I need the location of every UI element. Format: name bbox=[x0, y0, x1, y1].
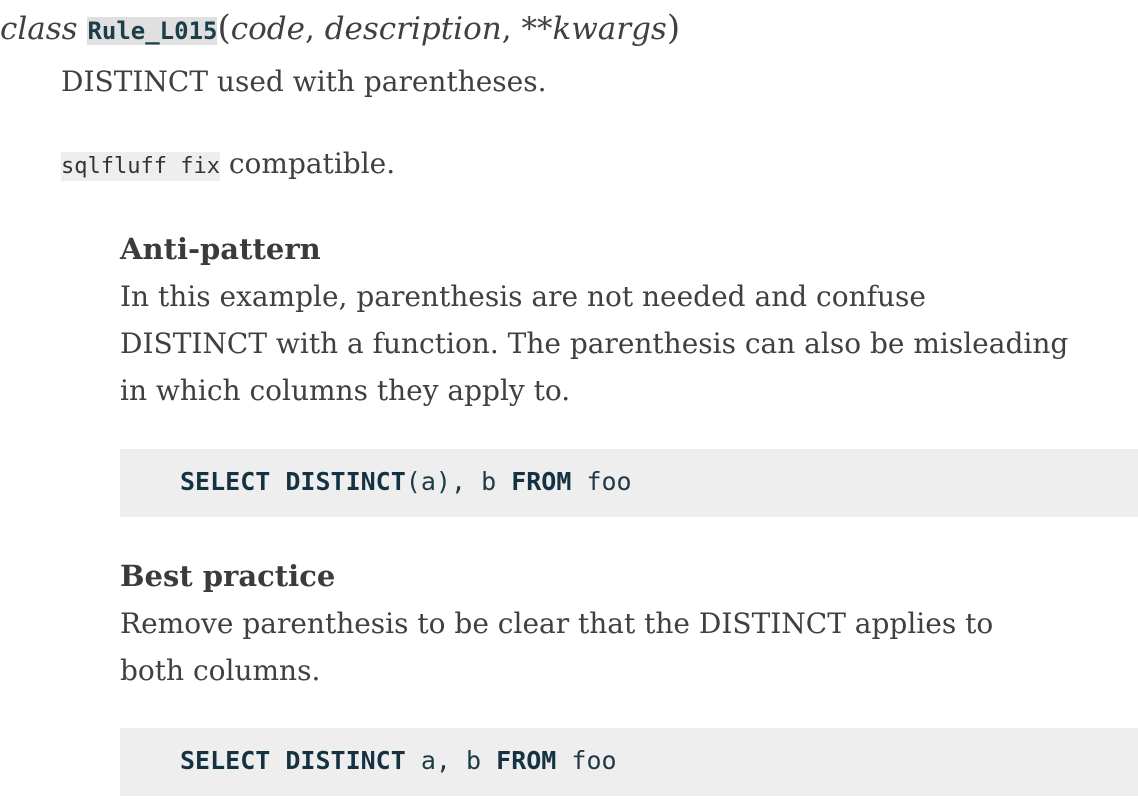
code-token: a, bbox=[405, 746, 467, 775]
fix-compat-text: compatible. bbox=[219, 147, 396, 180]
signature-close-paren: ) bbox=[666, 8, 681, 48]
param-description: description bbox=[324, 11, 502, 47]
fix-command-code: sqlfluff fix bbox=[61, 152, 220, 181]
code-token: (a), bbox=[405, 467, 482, 496]
class-name[interactable]: Rule_L015 bbox=[87, 17, 218, 45]
best-practice-section: Best practice Remove parenthesis to be c… bbox=[120, 552, 1120, 694]
rule-description: DISTINCT used with parentheses. bbox=[61, 65, 547, 98]
anti-pattern-line: In this example, parenthesis are not nee… bbox=[120, 280, 926, 313]
anti-pattern-section: Anti-pattern In this example, parenthesi… bbox=[120, 225, 1120, 414]
anti-pattern-heading: Anti-pattern bbox=[120, 232, 321, 266]
best-practice-code-block: SELECT DISTINCT a, b FROM foo bbox=[120, 728, 1138, 796]
anti-pattern-code: SELECT DISTINCT(a), b FROM foo bbox=[180, 464, 632, 500]
code-token: SELECT bbox=[180, 746, 271, 775]
class-signature: class Rule_L015(code, description, **kwa… bbox=[0, 6, 680, 53]
best-practice-code: SELECT DISTINCT a, b FROM foo bbox=[180, 743, 617, 779]
best-practice-text: Remove parenthesis to be clear that the … bbox=[120, 600, 1120, 694]
fix-compat-note: sqlfluff fix compatible. bbox=[61, 140, 395, 191]
code-token: SELECT bbox=[180, 467, 271, 496]
signature-open-paren: ( bbox=[217, 8, 231, 48]
code-token: DISTINCT bbox=[285, 467, 406, 496]
code-token: foo bbox=[571, 467, 632, 496]
anti-pattern-text: In this example, parenthesis are not nee… bbox=[120, 273, 1120, 414]
code-token: foo bbox=[556, 746, 617, 775]
param-separator: , bbox=[501, 11, 522, 47]
param-code: code bbox=[230, 11, 305, 47]
class-keyword: class bbox=[0, 11, 78, 47]
code-token: b bbox=[466, 746, 482, 775]
anti-pattern-code-block: SELECT DISTINCT(a), b FROM foo bbox=[120, 449, 1138, 517]
code-token: FROM bbox=[496, 746, 557, 775]
param-kwargs: **kwargs bbox=[521, 11, 667, 47]
best-practice-line: Remove parenthesis to be clear that the … bbox=[120, 607, 994, 640]
best-practice-heading: Best practice bbox=[120, 559, 336, 593]
param-separator: , bbox=[304, 11, 325, 47]
code-token: FROM bbox=[511, 467, 572, 496]
anti-pattern-line: DISTINCT with a function. The parenthesi… bbox=[120, 327, 1069, 360]
code-token: DISTINCT bbox=[285, 746, 406, 775]
code-token: b bbox=[481, 467, 497, 496]
best-practice-line: both columns. bbox=[120, 654, 321, 687]
anti-pattern-line: in which columns they apply to. bbox=[120, 374, 571, 407]
